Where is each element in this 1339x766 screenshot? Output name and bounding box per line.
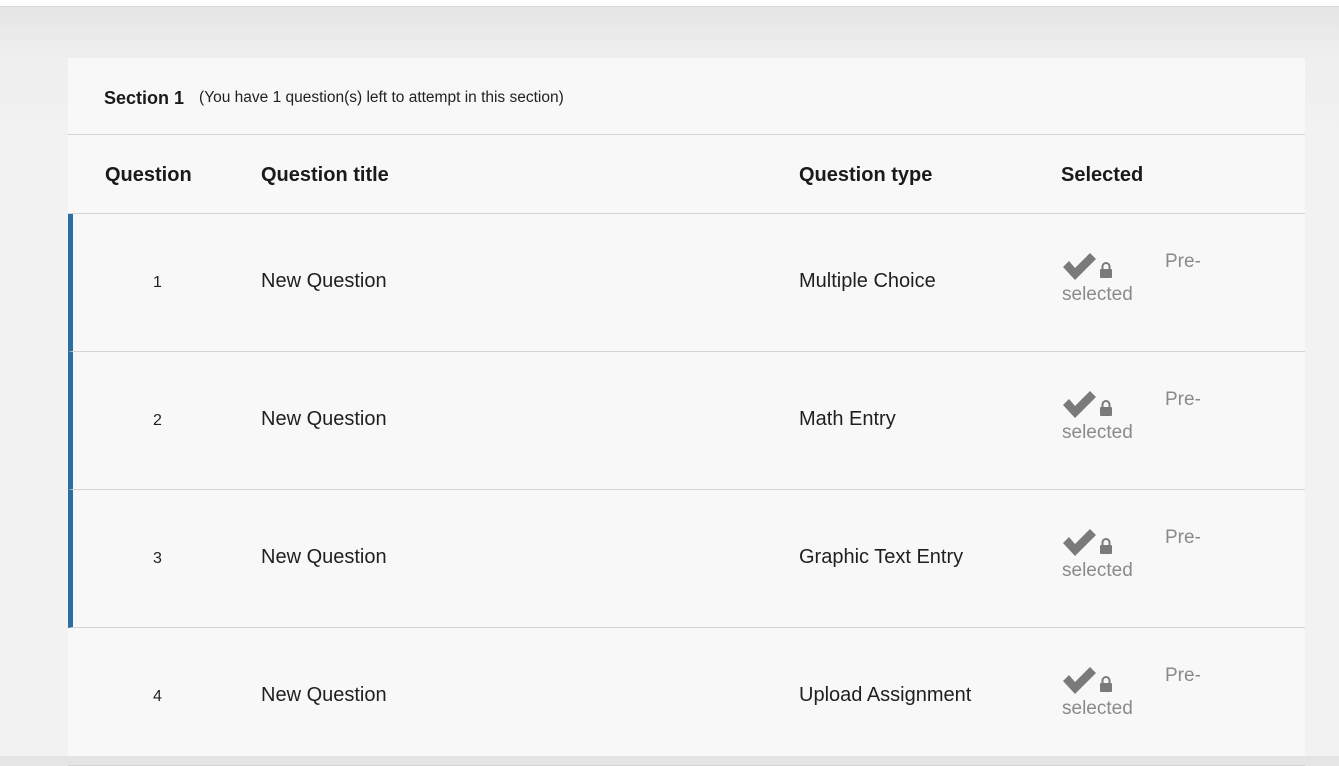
selected-status-line1: Pre- bbox=[1165, 527, 1201, 548]
selected-status-line2: selected bbox=[1062, 422, 1133, 443]
table-row[interactable]: 1 New Question Multiple Choice Pre-selected bbox=[68, 214, 1305, 352]
table-header: Question Question title Question type Se… bbox=[68, 135, 1305, 214]
question-type: Graphic Text Entry bbox=[799, 546, 964, 568]
question-type: Math Entry bbox=[799, 408, 896, 430]
checkmark-icon bbox=[1063, 667, 1096, 694]
selected-status-line2: selected bbox=[1062, 698, 1133, 719]
table-row[interactable]: 2 New Question Math Entry Pre-selected bbox=[68, 352, 1305, 490]
column-header-title: Question title bbox=[261, 164, 389, 186]
column-header-selected: Selected bbox=[1061, 164, 1144, 186]
question-type: Upload Assignment bbox=[799, 684, 972, 706]
lock-icon bbox=[1100, 400, 1112, 416]
question-title[interactable]: New Question bbox=[261, 684, 387, 707]
selected-status: Pre-selected bbox=[1061, 389, 1221, 459]
section-title: Section 1 bbox=[104, 87, 185, 108]
section-note: (You have 1 question(s) left to attempt … bbox=[199, 89, 564, 106]
selected-status-line1: Pre- bbox=[1165, 665, 1201, 686]
checkmark-icon bbox=[1063, 529, 1096, 556]
selected-status: Pre-selected bbox=[1061, 527, 1221, 597]
lock-icon bbox=[1100, 676, 1112, 692]
selected-status-line2: selected bbox=[1062, 284, 1133, 305]
question-number: 2 bbox=[153, 412, 162, 429]
top-divider bbox=[0, 0, 1339, 7]
question-rows: 1 New Question Multiple Choice Pre-selected… bbox=[68, 214, 1305, 766]
question-number: 3 bbox=[153, 550, 162, 567]
column-header-question: Question bbox=[105, 164, 192, 186]
section-header: Section 1 (You have 1 question(s) left t… bbox=[68, 58, 1305, 135]
selected-status-line1: Pre- bbox=[1165, 389, 1201, 410]
question-title[interactable]: New Question bbox=[261, 270, 387, 293]
section-panel: Section 1 (You have 1 question(s) left t… bbox=[68, 58, 1305, 766]
lock-icon bbox=[1100, 262, 1112, 278]
checkmark-icon bbox=[1063, 253, 1096, 280]
question-title[interactable]: New Question bbox=[261, 546, 387, 569]
question-title[interactable]: New Question bbox=[261, 408, 387, 431]
lock-icon bbox=[1100, 538, 1112, 554]
checkmark-icon bbox=[1063, 391, 1096, 418]
question-number: 1 bbox=[153, 274, 162, 291]
question-type: Multiple Choice bbox=[799, 270, 936, 292]
selected-status-line2: selected bbox=[1062, 560, 1133, 581]
selected-status: Pre-selected bbox=[1061, 251, 1221, 321]
question-number: 4 bbox=[153, 688, 162, 705]
table-row[interactable]: 4 New Question Upload Assignment Pre-select… bbox=[68, 628, 1305, 766]
column-header-type: Question type bbox=[799, 164, 933, 186]
selected-status: Pre-selected bbox=[1061, 665, 1221, 735]
table-row[interactable]: 3 New Question Graphic Text Entry Pre-selec… bbox=[68, 490, 1305, 628]
selected-status-line1: Pre- bbox=[1165, 251, 1201, 272]
